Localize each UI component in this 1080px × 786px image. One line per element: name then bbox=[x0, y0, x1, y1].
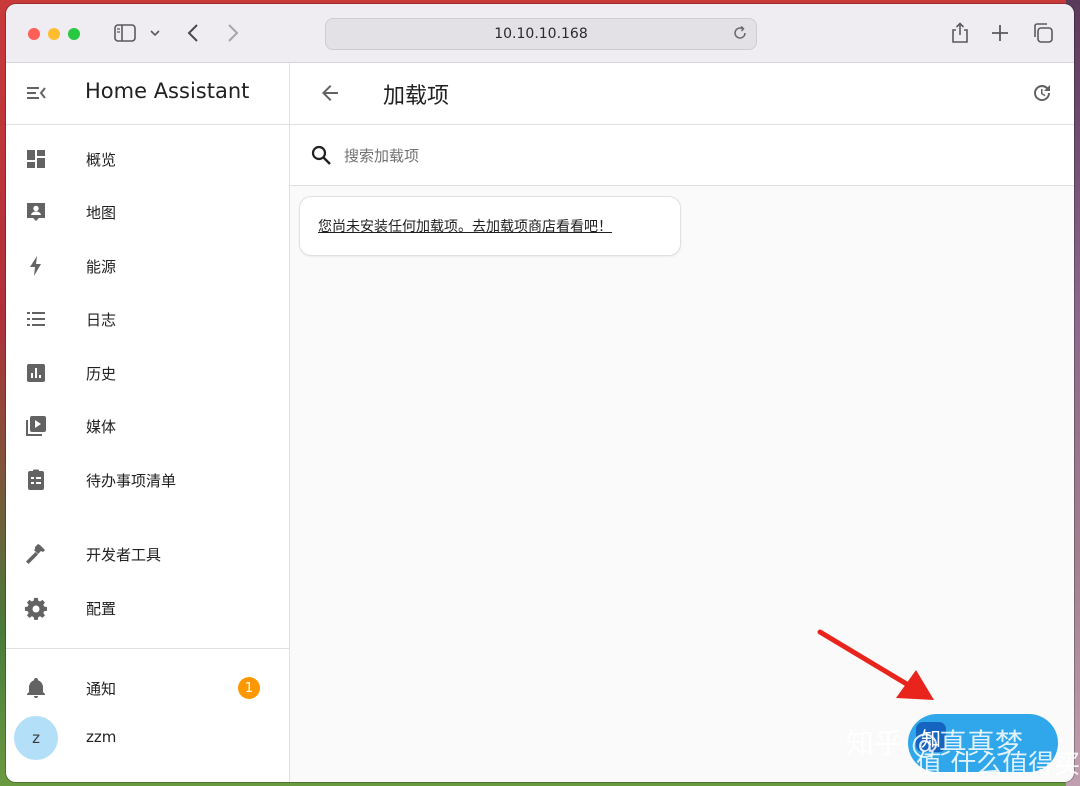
address-bar[interactable]: 10.10.10.168 bbox=[325, 18, 757, 50]
reload-addons-icon[interactable] bbox=[1030, 81, 1054, 109]
notification-count-badge: 1 bbox=[238, 677, 260, 699]
tab-overview-icon[interactable] bbox=[1030, 20, 1056, 46]
sidebar-item-label: 能源 bbox=[86, 257, 117, 276]
forward-nav-icon[interactable] bbox=[222, 20, 244, 46]
format-list-icon bbox=[24, 307, 48, 331]
sidebar-item-label: 日志 bbox=[86, 310, 117, 329]
sidebar-item-settings[interactable]: 配置 bbox=[6, 583, 289, 633]
sidebar-item-label: 通知 bbox=[86, 679, 117, 698]
sidebar-toggle-icon[interactable] bbox=[112, 20, 138, 46]
watermark: 知 知乎 @真真梦 值 什么值得买 bbox=[846, 712, 1080, 782]
cog-icon bbox=[24, 596, 48, 620]
back-nav-icon[interactable] bbox=[182, 20, 204, 46]
clipboard-list-icon bbox=[24, 468, 48, 492]
search-bar bbox=[290, 125, 1074, 186]
sidebar-item-todo[interactable]: 待办事项清单 bbox=[6, 455, 289, 505]
watermark-line2: 值 什么值得买 bbox=[916, 750, 1080, 780]
close-window-button[interactable] bbox=[28, 28, 40, 40]
sidebar-item-media[interactable]: 媒体 bbox=[6, 401, 289, 451]
sidebar-item-energy[interactable]: 能源 bbox=[6, 241, 289, 291]
minimize-window-button[interactable] bbox=[48, 28, 60, 40]
new-tab-icon[interactable] bbox=[988, 20, 1012, 46]
avatar[interactable]: z bbox=[14, 716, 58, 760]
sidebar-item-notifications[interactable]: 通知 1 bbox=[6, 663, 289, 713]
sidebar-item-developer-tools[interactable]: 开发者工具 bbox=[6, 529, 289, 579]
sidebar-item-overview[interactable]: 概览 bbox=[6, 134, 289, 184]
sidebar-item-label: 开发者工具 bbox=[86, 545, 162, 564]
url-text: 10.10.10.168 bbox=[494, 26, 588, 42]
play-box-multiple-icon bbox=[24, 414, 48, 438]
annotation-arrow bbox=[817, 629, 934, 700]
sidebar-item-label: 配置 bbox=[86, 599, 117, 618]
page-title: 加载项 bbox=[383, 84, 450, 109]
sidebar-divider bbox=[6, 648, 289, 649]
sidebar-item-label: 历史 bbox=[86, 364, 117, 383]
sidebar-item-label: 媒体 bbox=[86, 417, 117, 436]
sidebar-item-map[interactable]: 地图 bbox=[6, 187, 289, 237]
page-header: 加载项 bbox=[290, 63, 1074, 125]
search-input[interactable] bbox=[342, 139, 1026, 173]
menu-collapse-icon[interactable] bbox=[24, 81, 48, 109]
chart-box-icon bbox=[24, 361, 48, 385]
share-icon[interactable] bbox=[948, 20, 972, 46]
sidebar-item-history[interactable]: 历史 bbox=[6, 348, 289, 398]
browser-toolbar: 10.10.10.168 bbox=[6, 4, 1074, 63]
lightning-bolt-icon bbox=[24, 254, 48, 278]
hammer-icon bbox=[24, 542, 48, 566]
addon-store-link[interactable]: 您尚未安装任何加载项。去加载项商店看看吧！ bbox=[318, 216, 612, 236]
sidebar-item-logbook[interactable]: 日志 bbox=[6, 294, 289, 344]
main-content: 加载项 您尚未安装任何加载项。去加载项商店看看吧！ bbox=[290, 63, 1074, 782]
sidebar-item-label: 地图 bbox=[86, 203, 117, 222]
fullscreen-window-button[interactable] bbox=[68, 28, 80, 40]
back-arrow-icon[interactable] bbox=[318, 81, 342, 109]
sidebar-item-label: 待办事项清单 bbox=[86, 471, 177, 490]
app-title: Home Assistant bbox=[85, 79, 250, 103]
sidebar: Home Assistant 概览 地图 能源 日志 历史 媒体 待办事项清单 … bbox=[6, 63, 290, 782]
user-name[interactable]: zzm bbox=[86, 728, 116, 746]
map-account-icon bbox=[24, 200, 48, 224]
search-icon bbox=[310, 144, 332, 170]
sidebar-header: Home Assistant bbox=[6, 63, 289, 125]
empty-state-card: 您尚未安装任何加载项。去加载项商店看看吧！ bbox=[299, 196, 681, 256]
sidebar-item-label: 概览 bbox=[86, 150, 117, 169]
dashboard-icon bbox=[24, 147, 48, 171]
chevron-down-icon[interactable] bbox=[148, 20, 162, 46]
reload-icon[interactable] bbox=[732, 25, 748, 45]
bell-icon bbox=[24, 676, 48, 700]
